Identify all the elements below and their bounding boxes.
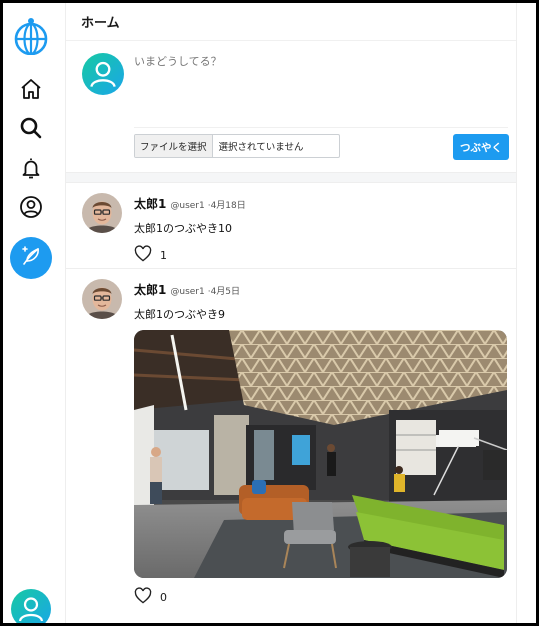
search-icon[interactable] bbox=[16, 113, 46, 143]
timeline: ホーム ファイルを選択 選択されていません つぶやく bbox=[65, 3, 517, 623]
file-input[interactable]: ファイルを選択 選択されていません bbox=[134, 134, 340, 158]
page-title: ホーム bbox=[66, 3, 516, 41]
compose-button[interactable] bbox=[10, 237, 52, 279]
globe-logo-icon[interactable] bbox=[13, 15, 49, 56]
like-control[interactable]: 1 bbox=[134, 245, 516, 265]
bell-icon[interactable] bbox=[16, 153, 46, 183]
post-image[interactable] bbox=[134, 330, 507, 578]
heart-icon[interactable] bbox=[134, 587, 152, 607]
like-count: 0 bbox=[160, 590, 167, 604]
tweet-submit-button[interactable]: つぶやく bbox=[453, 134, 509, 160]
heart-icon[interactable] bbox=[134, 245, 152, 265]
home-icon[interactable] bbox=[16, 74, 46, 104]
app-window: ホーム ファイルを選択 選択されていません つぶやく bbox=[0, 0, 539, 626]
post-date: ·4月18日 bbox=[207, 201, 246, 211]
section-divider bbox=[66, 173, 516, 183]
feather-icon bbox=[19, 244, 43, 272]
file-select-button[interactable]: ファイルを選択 bbox=[135, 135, 213, 157]
avatar bbox=[82, 53, 124, 95]
file-status-text: 選択されていません bbox=[218, 142, 304, 153]
avatar[interactable] bbox=[11, 589, 51, 623]
post-date: ·4月5日 bbox=[207, 287, 241, 297]
tweet-input[interactable] bbox=[134, 53, 504, 123]
avatar[interactable] bbox=[82, 279, 122, 319]
user-circle-icon[interactable] bbox=[16, 192, 46, 222]
post-item[interactable]: 太郎1 @user1 ·4月5日 太郎1のつぶやき9 0 bbox=[66, 269, 516, 623]
tweet-composer: ファイルを選択 選択されていません つぶやく bbox=[66, 41, 516, 173]
post-handle: @user1 bbox=[170, 287, 205, 297]
post-author-name[interactable]: 太郎1 bbox=[134, 281, 166, 298]
like-count: 1 bbox=[160, 248, 167, 262]
post-handle: @user1 bbox=[170, 201, 205, 211]
divider bbox=[134, 127, 508, 128]
avatar[interactable] bbox=[82, 193, 122, 233]
post-item[interactable]: 太郎1 @user1 ·4月18日 太郎1のつぶやき10 1 bbox=[66, 183, 516, 269]
like-control[interactable]: 0 bbox=[134, 587, 516, 607]
post-text: 太郎1のつぶやき10 bbox=[134, 222, 232, 235]
sidebar bbox=[3, 3, 65, 623]
post-author-name[interactable]: 太郎1 bbox=[134, 195, 166, 212]
post-text: 太郎1のつぶやき9 bbox=[134, 308, 225, 321]
